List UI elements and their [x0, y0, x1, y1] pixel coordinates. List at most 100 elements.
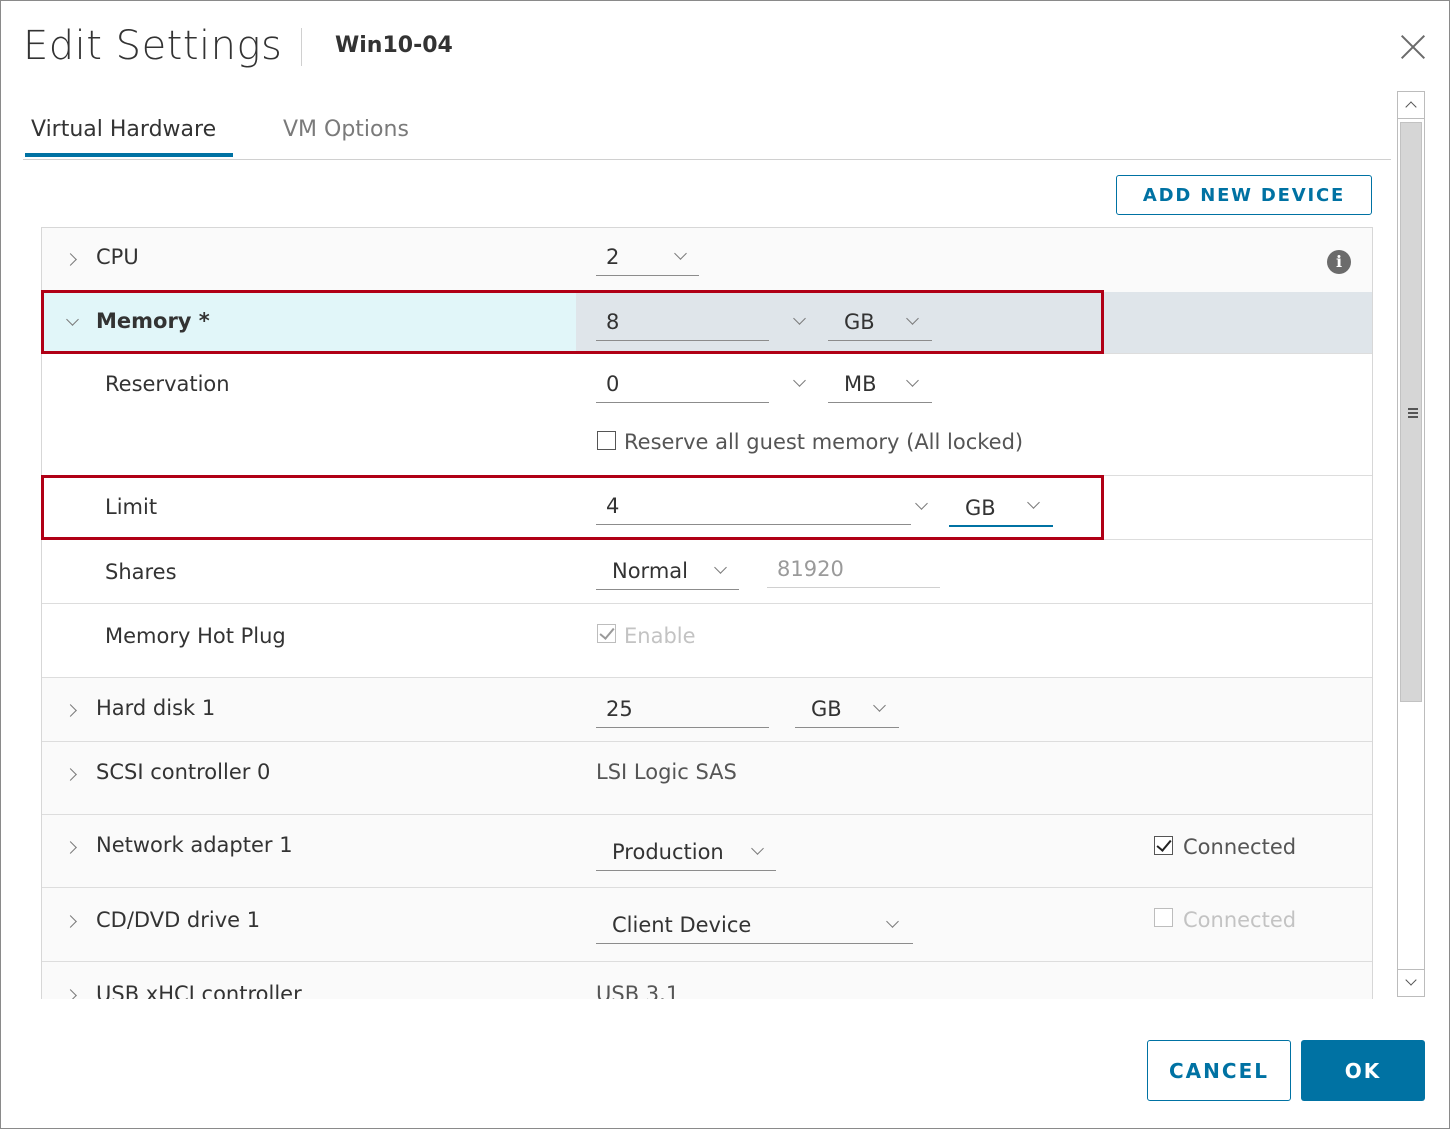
memory-size-value: 8: [606, 310, 620, 334]
chevron-down-icon: [674, 247, 687, 260]
row-label: Shares: [105, 560, 177, 584]
row-label: USB xHCI controller: [96, 982, 302, 999]
memory-unit-select[interactable]: GB: [828, 307, 932, 341]
chevron-down-icon: [906, 312, 919, 325]
chevron-up-icon: [1405, 101, 1417, 113]
reserve-all-checkbox[interactable]: [597, 431, 616, 450]
scroll-down-button[interactable]: [1398, 969, 1424, 996]
chevron-down-icon: [886, 915, 899, 928]
hardware-row-memory-hot-plug: Memory Hot Plug Enable: [42, 604, 1372, 678]
usb-version-value: USB 3.1: [596, 982, 680, 999]
memory-size-input[interactable]: 8: [596, 307, 769, 341]
memory-unit-value: GB: [844, 310, 875, 334]
limit-input[interactable]: 4: [596, 491, 911, 525]
tab-bar: Virtual Hardware VM Options: [23, 111, 1391, 160]
row-label: Hard disk 1: [96, 696, 216, 720]
network-select[interactable]: Production: [596, 837, 776, 871]
vertical-scrollbar[interactable]: [1397, 91, 1425, 997]
info-icon[interactable]: i: [1327, 250, 1351, 274]
expand-chevron-icon[interactable]: [64, 841, 77, 854]
hard-disk-size-input[interactable]: 25: [596, 694, 769, 728]
shares-value-input[interactable]: 81920: [767, 554, 940, 588]
tab-virtual-hardware[interactable]: Virtual Hardware: [31, 117, 216, 142]
hot-plug-checkbox[interactable]: [597, 624, 616, 643]
grip-line: [1408, 408, 1418, 410]
reserve-all-label: Reserve all guest memory (All locked): [624, 430, 1024, 454]
chevron-down-icon: [906, 374, 919, 387]
checkmark-icon: [599, 624, 615, 640]
hardware-row-limit: Limit 4 GB: [42, 476, 1372, 540]
chevron-down-icon: [873, 699, 886, 712]
expand-chevron-icon[interactable]: [64, 989, 77, 999]
expand-chevron-icon[interactable]: [64, 253, 77, 266]
chevron-down-icon[interactable]: [915, 497, 928, 510]
reservation-unit-select[interactable]: MB: [828, 369, 932, 403]
shares-value: 81920: [777, 557, 844, 581]
cd-dvd-connected-label: Connected: [1183, 908, 1297, 932]
hardware-row-cd-dvd: CD/DVD drive 1 Client Device Connected: [42, 888, 1372, 962]
network-connected-label: Connected: [1183, 835, 1297, 859]
reservation-value: 0: [606, 372, 620, 396]
row-label: CPU: [96, 245, 139, 269]
active-tab-indicator: [25, 153, 233, 157]
hard-disk-unit-select[interactable]: GB: [795, 694, 899, 728]
dialog-title: Edit Settings: [23, 23, 283, 69]
cd-dvd-value: Client Device: [612, 913, 752, 937]
add-new-device-button[interactable]: ADD NEW DEVICE: [1116, 175, 1372, 215]
chevron-down-icon[interactable]: [793, 374, 806, 387]
scrollbar-thumb[interactable]: [1400, 122, 1422, 702]
grip-line: [1408, 416, 1418, 418]
hardware-row-reservation: Reservation 0 MB Reserve all guest memor…: [42, 354, 1372, 476]
hard-disk-unit-value: GB: [811, 697, 842, 721]
expand-chevron-icon[interactable]: [64, 915, 77, 928]
cd-dvd-select[interactable]: Client Device: [596, 910, 913, 944]
hardware-row-memory: Memory * 8 GB: [42, 292, 1372, 354]
limit-unit-select[interactable]: GB: [949, 493, 1053, 527]
edit-settings-dialog: Edit Settings Win10-04 Virtual Hardware …: [0, 0, 1450, 1129]
chevron-down-icon[interactable]: [793, 312, 806, 325]
reservation-unit-value: MB: [844, 372, 877, 396]
ok-button[interactable]: OK: [1301, 1040, 1425, 1101]
hardware-grid: CPU 2 i Memory * 8 GB Reservation 0 MB R…: [41, 227, 1373, 999]
row-label: Memory Hot Plug: [105, 624, 286, 648]
row-label: Memory *: [96, 309, 210, 333]
scsi-type-value: LSI Logic SAS: [596, 760, 737, 784]
cpu-count-select[interactable]: 2: [596, 242, 699, 276]
shares-level-select[interactable]: Normal: [596, 556, 739, 590]
expand-chevron-icon[interactable]: [64, 768, 77, 781]
reservation-input[interactable]: 0: [596, 369, 769, 403]
cancel-button[interactable]: CANCEL: [1147, 1040, 1291, 1101]
cd-dvd-connected-checkbox[interactable]: [1154, 908, 1173, 927]
grip-line: [1408, 412, 1418, 414]
tab-vm-options[interactable]: VM Options: [283, 117, 409, 142]
row-label: Reservation: [105, 372, 230, 396]
chevron-down-icon: [1405, 974, 1417, 986]
hardware-row-usb-controller: USB xHCI controller USB 3.1: [42, 962, 1372, 999]
chevron-down-icon: [751, 842, 764, 855]
hardware-row-network-adapter: Network adapter 1 Production Connected: [42, 815, 1372, 888]
hot-plug-enable-label: Enable: [624, 624, 696, 648]
hardware-row-cpu: CPU 2 i: [42, 228, 1372, 293]
chevron-down-icon: [1027, 496, 1040, 509]
row-label: Network adapter 1: [96, 833, 293, 857]
hardware-row-scsi-controller: SCSI controller 0 LSI Logic SAS: [42, 742, 1372, 815]
title-separator: [301, 28, 302, 66]
shares-level-value: Normal: [612, 559, 688, 583]
row-label: Limit: [105, 495, 158, 519]
cpu-count-value: 2: [606, 245, 620, 269]
hardware-row-hard-disk: Hard disk 1 25 GB: [42, 678, 1372, 742]
checkmark-icon: [1156, 836, 1172, 852]
hard-disk-size-value: 25: [606, 697, 633, 721]
hardware-row-shares: Shares Normal 81920: [42, 540, 1372, 604]
row-label: SCSI controller 0: [96, 760, 271, 784]
vm-name: Win10-04: [335, 33, 453, 58]
close-icon[interactable]: [1397, 31, 1429, 63]
limit-value: 4: [606, 494, 620, 518]
row-label: CD/DVD drive 1: [96, 908, 261, 932]
scroll-up-button[interactable]: [1398, 92, 1424, 119]
expand-chevron-icon[interactable]: [64, 704, 77, 717]
network-value: Production: [612, 840, 724, 864]
network-connected-checkbox[interactable]: [1154, 836, 1173, 855]
chevron-down-icon: [714, 561, 727, 574]
limit-unit-value: GB: [965, 496, 996, 520]
